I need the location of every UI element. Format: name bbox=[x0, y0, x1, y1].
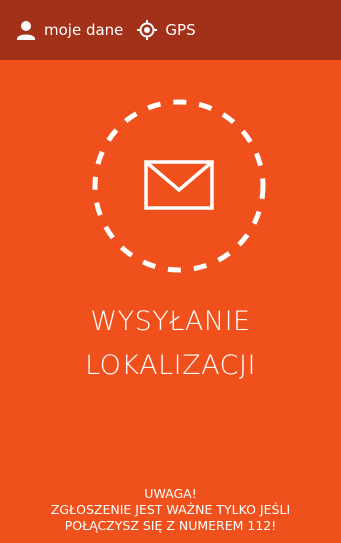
warning-heading: UWAGA! bbox=[144, 486, 197, 501]
envelope-icon bbox=[144, 160, 214, 210]
user-icon bbox=[14, 18, 38, 42]
status-title-line2: LOKALIZACJI bbox=[85, 350, 256, 381]
warning-line1: ZGŁOSZENIE JEST WAŻNE TYLKO JEŚLI bbox=[50, 502, 291, 517]
dashed-progress-ring bbox=[92, 99, 266, 273]
status-title: WYSYŁANIE LOKALIZACJI bbox=[0, 300, 341, 388]
gps-label: GPS bbox=[165, 21, 196, 39]
warning-notice: UWAGA! ZGŁOSZENIE JEST WAŻNE TYLKO JEŚLI… bbox=[0, 486, 341, 534]
gps-target-icon bbox=[135, 18, 159, 42]
my-data-label: moje dane bbox=[44, 21, 124, 39]
my-data-button[interactable]: moje dane bbox=[14, 18, 123, 42]
sending-indicator bbox=[88, 95, 270, 277]
warning-line2: POŁĄCZYSZ SIĘ Z NUMEREM 112! bbox=[64, 518, 277, 533]
top-bar: moje dane GPS bbox=[0, 0, 341, 60]
gps-button[interactable]: GPS bbox=[135, 18, 196, 42]
app-screen: moje dane GPS WYSYŁANIE LOKALIZACJI UWAG… bbox=[0, 0, 341, 543]
status-title-line1: WYSYŁANIE bbox=[90, 306, 251, 337]
